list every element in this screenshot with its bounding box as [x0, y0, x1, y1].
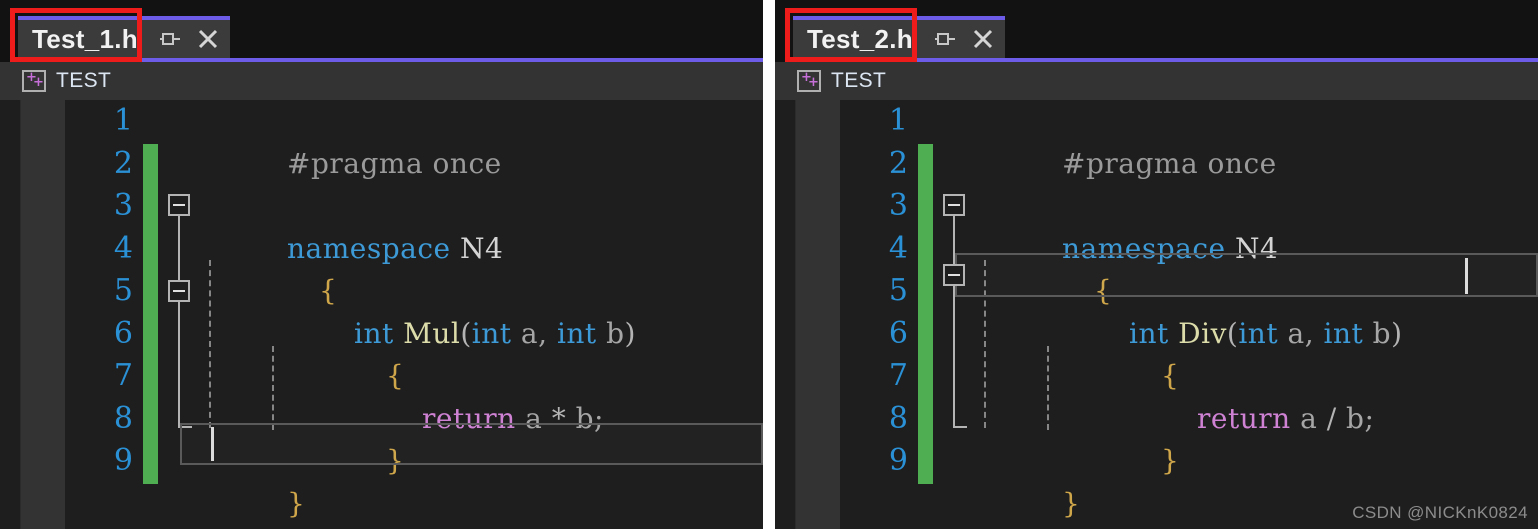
- text-caret: [1465, 258, 1468, 294]
- tab-title: Test_2.h: [807, 23, 913, 54]
- text-caret: [211, 427, 214, 461]
- line-number: 1: [113, 103, 133, 138]
- code-editor-left[interactable]: 1 #pragma once 2 3 namespace N4 4 {5 in…: [0, 100, 763, 529]
- tab-title: Test_1.h: [32, 23, 138, 54]
- breadcrumb-bar-left: + + TEST: [0, 62, 763, 100]
- line-number: 4: [113, 230, 133, 266]
- line-number: 8: [888, 400, 908, 436]
- code-editor-right[interactable]: 1 #pragma once 2 3 namespace N4 4 {5 in…: [775, 100, 1538, 529]
- line-number: 6: [888, 315, 908, 351]
- close-icon[interactable]: [196, 27, 220, 51]
- code-lines-right[interactable]: 1 #pragma once 2 3 namespace N4 4 {5 in…: [840, 100, 1538, 529]
- line-number: 7: [113, 358, 133, 393]
- line-number: 3: [113, 188, 133, 223]
- breadcrumb-project-label: TEST: [56, 69, 112, 92]
- tab-strip-right: Test_2.h: [775, 0, 1538, 62]
- editor-panel-right: Test_2.h + + TEST 1 #pragma once 2 3 nam…: [775, 0, 1538, 529]
- line-number: 1: [888, 103, 908, 138]
- editor-gutter: [21, 100, 65, 529]
- code-content: int Div(int a, int b): [1129, 316, 1403, 350]
- code-line[interactable]: 1 #pragma once: [840, 100, 1538, 180]
- pin-icon[interactable]: [933, 27, 957, 51]
- line-number: 3: [888, 188, 908, 223]
- close-icon[interactable]: [971, 27, 995, 51]
- code-line[interactable]: 2: [840, 143, 1538, 186]
- line-number: 4: [888, 230, 908, 266]
- fold-toggle-namespace[interactable]: [943, 194, 965, 216]
- line-number: 5: [888, 273, 908, 308]
- fold-toggle-function[interactable]: [943, 264, 965, 286]
- breadcrumb-project-label: TEST: [831, 69, 887, 92]
- line-number: 5: [113, 273, 133, 308]
- tab-strip-left: Test_1.h: [0, 0, 763, 62]
- line-number: 2: [888, 145, 908, 181]
- tab-test-1-h[interactable]: Test_1.h: [18, 16, 230, 58]
- breadcrumb-bar-right: + + TEST: [775, 62, 1538, 100]
- watermark-text: CSDN @NICKnK0824: [1352, 503, 1528, 522]
- code-line[interactable]: 8 }: [840, 398, 1538, 478]
- code-line[interactable]: 4 {: [65, 228, 763, 308]
- editor-edge-strip: [775, 100, 796, 529]
- editor-edge-strip: [0, 100, 21, 529]
- code-content: }: [287, 486, 306, 520]
- cpp-file-icon: + +: [22, 70, 46, 92]
- fold-toggle-function[interactable]: [168, 280, 190, 302]
- line-number: 6: [113, 315, 133, 351]
- code-content: }: [1062, 486, 1081, 520]
- line-number: 9: [888, 443, 908, 478]
- pin-icon[interactable]: [158, 27, 182, 51]
- cpp-file-icon: + +: [797, 70, 821, 92]
- line-number: 2: [113, 145, 133, 181]
- code-line[interactable]: 2: [65, 143, 763, 186]
- editor-gutter: [796, 100, 840, 529]
- code-line[interactable]: 1 #pragma once: [65, 100, 763, 180]
- line-number: 8: [113, 400, 133, 436]
- code-line[interactable]: 9 }: [840, 440, 1538, 520]
- editor-panel-left: Test_1.h + + TEST 1 #pragma once 2 3 nam…: [0, 0, 763, 529]
- line-number: 9: [113, 443, 133, 478]
- line-number: 7: [888, 358, 908, 393]
- panel-divider: [763, 0, 775, 529]
- code-line[interactable]: 7 return a * b;: [65, 355, 763, 435]
- fold-toggle-namespace[interactable]: [168, 194, 190, 216]
- tab-test-2-h[interactable]: Test_2.h: [793, 16, 1005, 58]
- code-line[interactable]: 6 {: [65, 313, 763, 393]
